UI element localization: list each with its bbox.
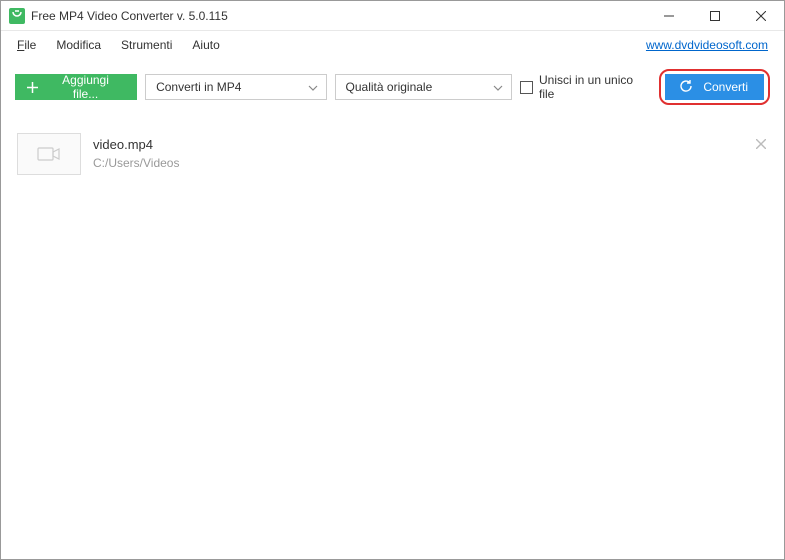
titlebar: Free MP4 Video Converter v. 5.0.115 xyxy=(1,1,784,31)
chevron-down-icon xyxy=(308,80,318,94)
convert-label: Converti xyxy=(703,80,748,94)
quality-dropdown[interactable]: Qualità originale xyxy=(335,74,512,100)
camera-icon xyxy=(37,146,61,162)
format-dropdown[interactable]: Converti in MP4 xyxy=(145,74,326,100)
quality-selected: Qualità originale xyxy=(346,80,433,94)
menu-edit[interactable]: Modifica xyxy=(48,34,113,56)
toolbar: Aggiungi file... Converti in MP4 Qualità… xyxy=(1,59,784,119)
menubar: File Modifica Strumenti Aiuto www.dvdvid… xyxy=(1,31,784,59)
app-icon xyxy=(9,8,25,24)
chevron-down-icon xyxy=(493,80,503,94)
merge-label: Unisci in un unico file xyxy=(539,73,651,101)
add-file-button[interactable]: Aggiungi file... xyxy=(15,74,137,100)
remove-file-button[interactable] xyxy=(756,137,766,153)
file-list: video.mp4 C:/Users/Videos xyxy=(1,119,784,189)
menu-file[interactable]: File xyxy=(9,34,48,56)
window-controls xyxy=(646,1,784,30)
minimize-button[interactable] xyxy=(646,1,692,30)
file-info: video.mp4 C:/Users/Videos xyxy=(93,133,179,170)
file-path: C:/Users/Videos xyxy=(93,156,179,170)
refresh-icon xyxy=(679,79,693,96)
plus-icon xyxy=(27,82,38,93)
video-thumbnail xyxy=(17,133,81,175)
format-selected: Converti in MP4 xyxy=(156,80,241,94)
close-button[interactable] xyxy=(738,1,784,30)
maximize-button[interactable] xyxy=(692,1,738,30)
menu-help[interactable]: Aiuto xyxy=(184,34,231,56)
app-title: Free MP4 Video Converter v. 5.0.115 xyxy=(31,9,646,23)
convert-button[interactable]: Converti xyxy=(665,74,764,100)
merge-checkbox-wrap[interactable]: Unisci in un unico file xyxy=(520,73,651,101)
convert-highlight: Converti xyxy=(659,69,770,105)
file-name: video.mp4 xyxy=(93,137,179,152)
merge-checkbox[interactable] xyxy=(520,81,533,94)
website-link[interactable]: www.dvdvideosoft.com xyxy=(646,38,768,52)
menu-tools[interactable]: Strumenti xyxy=(113,34,184,56)
file-item[interactable]: video.mp4 C:/Users/Videos xyxy=(1,119,784,189)
add-file-label: Aggiungi file... xyxy=(48,73,123,101)
